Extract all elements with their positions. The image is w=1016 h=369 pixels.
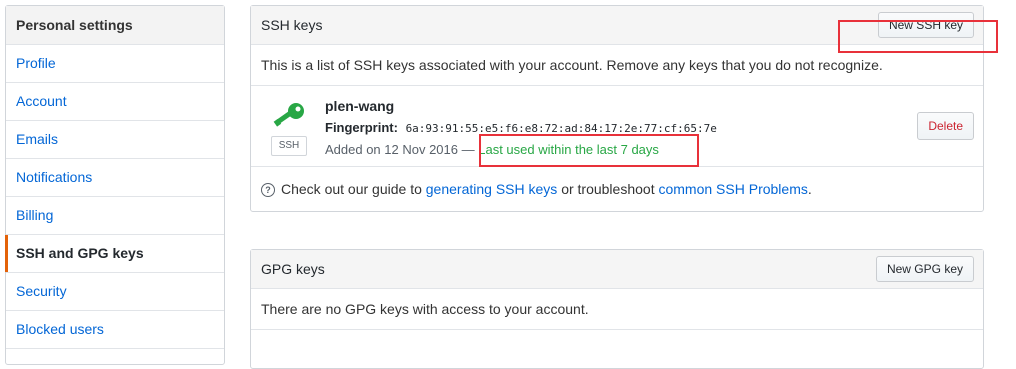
- fingerprint-line: Fingerprint: 6a:93:91:55:e5:f6:e8:72:ad:…: [325, 120, 717, 135]
- separator: —: [461, 142, 475, 157]
- gpg-keys-box: GPG keys New GPG key There are no GPG ke…: [250, 249, 984, 369]
- ssh-keys-title: SSH keys: [261, 17, 323, 33]
- gpg-keys-header: GPG keys New GPG key: [251, 250, 983, 289]
- last-used-status: Last used within the last 7 days: [478, 142, 659, 157]
- fingerprint-value: 6a:93:91:55:e5:f6:e8:72:ad:84:17:2e:77:c…: [405, 122, 717, 135]
- common-ssh-problems-link[interactable]: common SSH Problems: [658, 181, 807, 197]
- key-title: plen-wang: [325, 98, 395, 114]
- question-icon: ?: [261, 183, 275, 198]
- ssh-badge: SSH: [271, 136, 307, 156]
- new-gpg-key-button[interactable]: New GPG key: [875, 256, 974, 282]
- key-icon: [273, 103, 304, 127]
- new-ssh-key-button[interactable]: New SSH key: [877, 12, 974, 38]
- ssh-keys-header: SSH keys New SSH key: [251, 6, 983, 45]
- delete-key-button[interactable]: Delete: [917, 112, 974, 140]
- sidebar-item-ssh-gpg-keys[interactable]: SSH and GPG keys: [5, 235, 224, 273]
- ssh-keys-description: This is a list of SSH keys associated wi…: [251, 45, 983, 86]
- help-middle: or troubleshoot: [561, 181, 655, 197]
- help-suffix: .: [807, 181, 812, 197]
- sidebar-item-blocked-users[interactable]: Blocked users: [6, 311, 224, 349]
- sidebar-item-billing[interactable]: Billing: [6, 197, 224, 235]
- gpg-keys-title: GPG keys: [261, 261, 325, 277]
- sidebar-item-profile[interactable]: Profile: [6, 45, 224, 83]
- ssh-keys-box: SSH keys New SSH key This is a list of S…: [250, 5, 984, 212]
- added-date: Added on 12 Nov 2016: [325, 142, 458, 157]
- fingerprint-label: Fingerprint:: [325, 120, 398, 135]
- ssh-help-text: ? Check out our guide to generating SSH k…: [251, 167, 983, 211]
- gpg-keys-description: There are no GPG keys with access to you…: [251, 289, 983, 330]
- sidebar-title: Personal settings: [6, 6, 224, 45]
- generating-ssh-keys-link[interactable]: generating SSH keys: [426, 181, 558, 197]
- sidebar-item-emails[interactable]: Emails: [6, 121, 224, 159]
- sidebar-item-security[interactable]: Security: [6, 273, 224, 311]
- help-prefix: Check out our guide to: [281, 181, 422, 197]
- sidebar-item-account[interactable]: Account: [6, 83, 224, 121]
- ssh-key-row: SSH plen-wang Fingerprint: 6a:93:91:55:e…: [251, 86, 983, 167]
- sidebar-item-notifications[interactable]: Notifications: [6, 159, 224, 197]
- key-usage-line: Added on 12 Nov 2016 — Last used within …: [325, 142, 659, 157]
- settings-sidebar: Personal settings Profile Account Emails…: [5, 5, 225, 365]
